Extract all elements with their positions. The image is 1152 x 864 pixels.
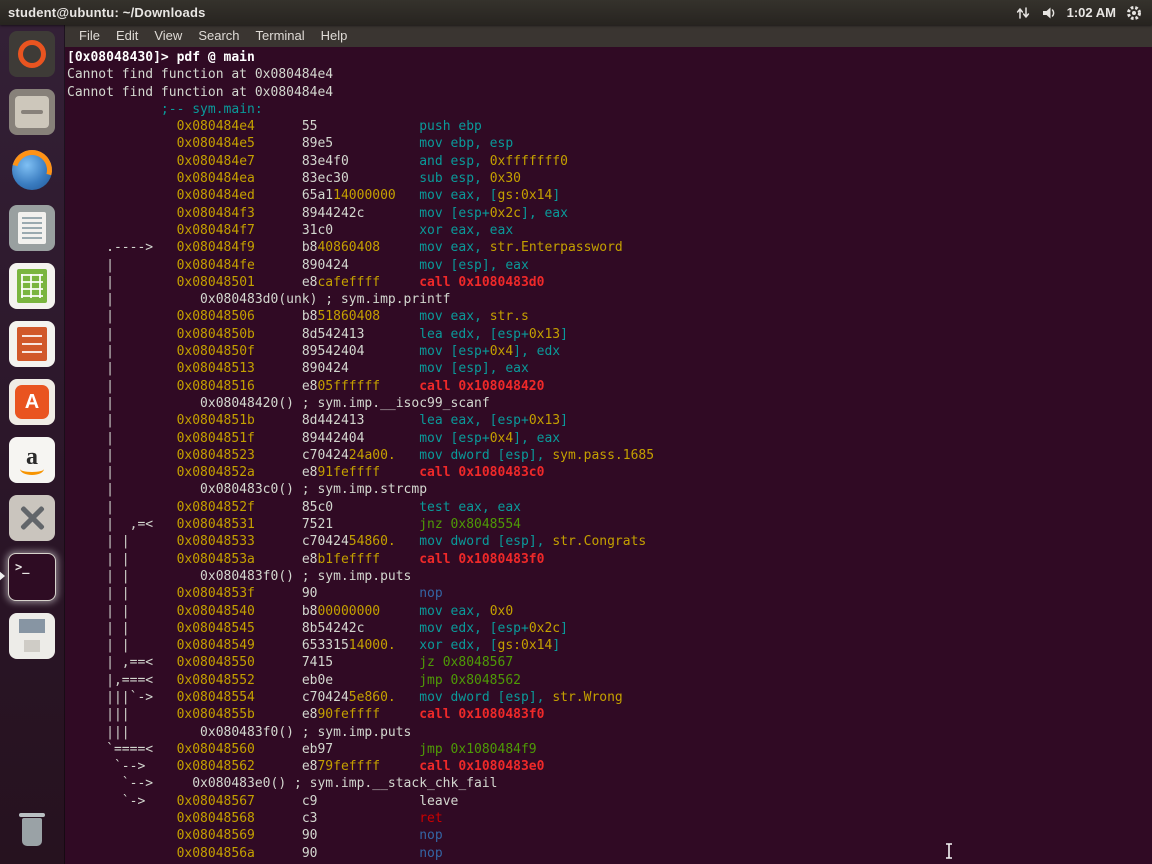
terminal-line: | 0x0804852a e891feffff call 0x1080483c0	[67, 464, 1152, 481]
terminal-line: | | 0x0804853a e8b1feffff call 0x1080483…	[67, 551, 1152, 568]
ubuntu-software-icon-glyph: A	[9, 379, 55, 425]
terminal-line: | 0x0804852f 85c0 test eax, eax	[67, 499, 1152, 516]
terminal-window: FileEditViewSearchTerminalHelp [0x080484…	[64, 25, 1152, 864]
terminal-line: 0x080484ea 83ec30 sub esp, 0x30	[67, 170, 1152, 187]
terminal-line: Cannot find function at 0x080484e4	[67, 66, 1152, 83]
terminal-line: | | 0x080483f0() ; sym.imp.puts	[67, 568, 1152, 585]
menu-search[interactable]: Search	[191, 25, 246, 47]
terminal-line: | 0x08048501 e8cafeffff call 0x1080483d0	[67, 274, 1152, 291]
terminal-line: | 0x08048506 b851860408 mov eax, str.s	[67, 308, 1152, 325]
clock[interactable]: 1:02 AM	[1067, 5, 1116, 20]
terminal-line: `-> 0x08048567 c9 leave	[67, 793, 1152, 810]
terminal-icon[interactable]: >_	[8, 553, 56, 601]
terminal-line: | 0x0804851f 89442404 mov [esp+0x4], eax	[67, 430, 1152, 447]
terminal-line: | 0x08048513 890424 mov [esp], eax	[67, 360, 1152, 377]
terminal-line: 0x080484f3 8944242c mov [esp+0x2c], eax	[67, 205, 1152, 222]
terminal-line: 0x080484e7 83e4f0 and esp, 0xfffffff0	[67, 153, 1152, 170]
terminal-line: | 0x080483d0(unk) ; sym.imp.printf	[67, 291, 1152, 308]
volume-icon[interactable]	[1041, 5, 1057, 21]
text-editor-icon[interactable]	[9, 205, 55, 251]
terminal-line: | 0x080483c0() ; sym.imp.strcmp	[67, 481, 1152, 498]
terminal-line: |||`-> 0x08048554 c704245e860. mov dword…	[67, 689, 1152, 706]
terminal-line: | | 0x08048540 b800000000 mov eax, 0x0	[67, 603, 1152, 620]
libreoffice-impress-icon[interactable]	[9, 321, 55, 367]
terminal-line: | ,=< 0x08048531 7521 jnz 0x8048554	[67, 516, 1152, 533]
terminal-line: | 0x08048516 e805ffffff call 0x108048420	[67, 378, 1152, 395]
terminal-line: | | 0x08048549 65331514000. xor edx, [gs…	[67, 637, 1152, 654]
desktop: student@ubuntu: ~/Downloads 1:02 AM	[0, 0, 1152, 864]
terminal-line: | 0x08048523 c7042424a00. mov dword [esp…	[67, 447, 1152, 464]
window-title: student@ubuntu: ~/Downloads	[8, 5, 206, 20]
ubuntu-dash-icon[interactable]	[9, 31, 55, 77]
terminal-line: `--> 0x08048562 e879feffff call 0x108048…	[67, 758, 1152, 775]
terminal-line: 0x080484f7 31c0 xor eax, eax	[67, 222, 1152, 239]
terminal-line: ||| 0x0804855b e890feffff call 0x1080483…	[67, 706, 1152, 723]
menu-view[interactable]: View	[147, 25, 189, 47]
terminal-line: `====< 0x08048560 eb97 jmp 0x1080484f9	[67, 741, 1152, 758]
terminal-line: 0x080484e4 55 push ebp	[67, 118, 1152, 135]
terminal-line: | 0x08048420() ; sym.imp.__isoc99_scanf	[67, 395, 1152, 412]
terminal-line: `--> 0x080483e0() ; sym.imp.__stack_chk_…	[67, 775, 1152, 792]
terminal-line: |,===< 0x08048552 eb0e jmp 0x8048562	[67, 672, 1152, 689]
libreoffice-calc-icon[interactable]	[9, 263, 55, 309]
terminal-line: | 0x080484fe 890424 mov [esp], eax	[67, 257, 1152, 274]
panel-indicators: 1:02 AM	[1015, 5, 1142, 21]
firefox-icon[interactable]	[9, 147, 55, 193]
amazon-icon[interactable]: a	[9, 437, 55, 483]
terminal-line: [0x08048430]> pdf @ main	[67, 49, 1152, 66]
menu-help[interactable]: Help	[314, 25, 355, 47]
terminal-line: | | 0x08048545 8b54242c mov edx, [esp+0x…	[67, 620, 1152, 637]
terminal-line: 0x080484ed 65a114000000 mov eax, [gs:0x1…	[67, 187, 1152, 204]
terminal-line: | ,==< 0x08048550 7415 jz 0x8048567	[67, 654, 1152, 671]
terminal-line: | 0x0804850f 89542404 mov [esp+0x4], edx	[67, 343, 1152, 360]
files-icon[interactable]	[9, 89, 55, 135]
menu-edit[interactable]: Edit	[109, 25, 145, 47]
terminal-line: 0x08048568 c3 ret	[67, 810, 1152, 827]
menu-file[interactable]: File	[72, 25, 107, 47]
mouse-cursor	[944, 843, 954, 864]
terminal-line: | | 0x08048533 c7042454860. mov dword [e…	[67, 533, 1152, 550]
top-panel: student@ubuntu: ~/Downloads 1:02 AM	[0, 0, 1152, 25]
ubuntu-software-icon[interactable]: A	[9, 379, 55, 425]
terminal-icon-glyph: >_	[9, 554, 55, 600]
launcher: Aa >_	[0, 25, 65, 864]
terminal-line: | | 0x0804853f 90 nop	[67, 585, 1152, 602]
terminal-line: | 0x0804850b 8d542413 lea edx, [esp+0x13…	[67, 326, 1152, 343]
terminal-menubar: FileEditViewSearchTerminalHelp	[64, 25, 1152, 47]
amazon-icon-glyph: a	[9, 437, 55, 483]
terminal-line: ;-- sym.main:	[67, 101, 1152, 118]
disks-icon[interactable]	[9, 613, 55, 659]
session-gear-icon[interactable]	[1126, 5, 1142, 21]
terminal-output[interactable]: [0x08048430]> pdf @ mainCannot find func…	[64, 47, 1152, 864]
terminal-line: ||| 0x080483f0() ; sym.imp.puts	[67, 724, 1152, 741]
trash-icon[interactable]	[9, 806, 55, 852]
terminal-line: 0x0804856a 90 nop	[67, 845, 1152, 862]
terminal-line: Cannot find function at 0x080484e4	[67, 84, 1152, 101]
system-settings-icon[interactable]	[9, 495, 55, 541]
network-arrows-icon[interactable]	[1015, 5, 1031, 21]
terminal-line: .----> 0x080484f9 b840860408 mov eax, st…	[67, 239, 1152, 256]
terminal-line: 0x080484e5 89e5 mov ebp, esp	[67, 135, 1152, 152]
menu-terminal[interactable]: Terminal	[249, 25, 312, 47]
terminal-line: | 0x0804851b 8d442413 lea eax, [esp+0x13…	[67, 412, 1152, 429]
terminal-line: 0x08048569 90 nop	[67, 827, 1152, 844]
